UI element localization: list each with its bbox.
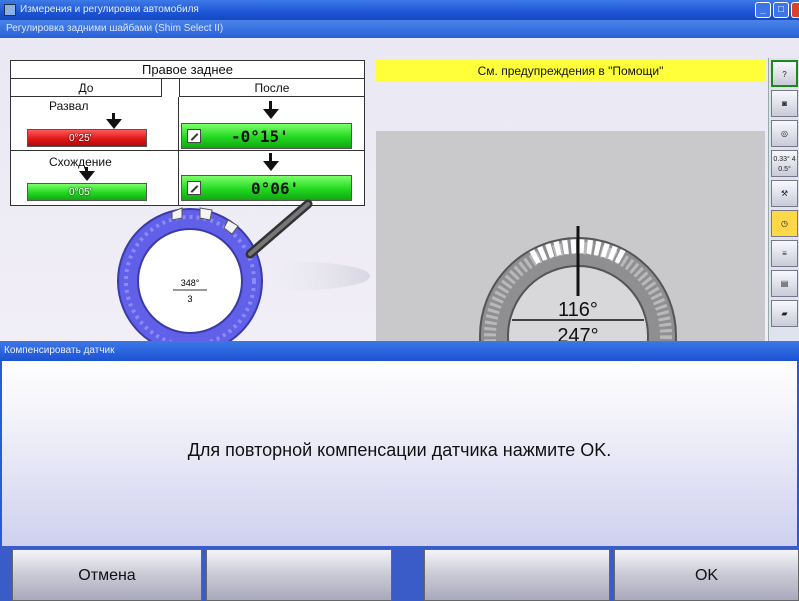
warning-banner[interactable]: См. предупреждения в "Помощи": [376, 60, 765, 82]
function-button-3[interactable]: [424, 549, 610, 601]
app-icon: [4, 4, 16, 16]
vehicle-icon[interactable]: ▰: [771, 300, 798, 327]
shim-dial-angle: 348°: [181, 278, 200, 288]
shim-dial[interactable]: 348° 3: [100, 196, 370, 342]
gauge-top-angle: 116°: [558, 299, 598, 321]
column-after: После: [179, 79, 364, 97]
timer-icon[interactable]: ◷: [771, 210, 798, 237]
camera-icon[interactable]: ◙: [771, 90, 798, 117]
wrench-icon[interactable]: ⚒: [771, 180, 798, 207]
column-divider: [162, 97, 179, 205]
ok-button[interactable]: OK: [614, 549, 799, 601]
window-title: Измерения и регулировки автомобиля: [20, 4, 199, 15]
shim-gauge: 116° 247°: [479, 226, 677, 344]
toe-before-pointer: [79, 171, 95, 181]
measurement-table: Правое заднее До После Развал 0°25' -0°1…: [10, 60, 365, 206]
close-button[interactable]: [791, 2, 799, 18]
table-header: Правое заднее: [11, 61, 364, 79]
specs-icon[interactable]: ≡: [771, 240, 798, 267]
camber-label: Развал: [49, 99, 89, 113]
camber-after-value: -0°15': [231, 127, 289, 146]
toe-before-value: 0°05': [69, 187, 92, 198]
maximize-button[interactable]: □: [773, 2, 789, 18]
function-button-2[interactable]: [206, 549, 392, 601]
row-divider: [11, 150, 364, 151]
dialog-message: Для повторной компенсации датчика нажмит…: [187, 440, 612, 460]
camber-adjust-icon[interactable]: [187, 129, 201, 143]
camber-before-value: 0°25': [69, 133, 92, 144]
minimize-button[interactable]: _: [755, 2, 771, 18]
values-icon[interactable]: 0.33° 4 0.5°: [771, 150, 798, 177]
wheel-icon[interactable]: ◎: [771, 120, 798, 147]
toe-label: Схождение: [49, 155, 112, 169]
camber-after-pointer: [263, 109, 279, 119]
column-before: До: [11, 79, 162, 97]
help-icon[interactable]: ?: [771, 60, 798, 87]
print-icon[interactable]: ▤: [771, 270, 798, 297]
right-toolbar: ? ◙ ◎ 0.33° 4 0.5° ⚒ ◷ ≡ ▤ ▰: [768, 58, 799, 341]
screen-subtitle: Регулировка задними шайбами (Shim Select…: [0, 20, 799, 38]
dialog-title: Компенсировать датчик: [0, 341, 799, 361]
toe-after-pointer: [263, 161, 279, 171]
shim-dial-index: 3: [187, 294, 192, 304]
cancel-button[interactable]: Отмена: [12, 549, 202, 601]
title-bar: Измерения и регулировки автомобиля _ □: [0, 0, 799, 20]
camber-before-pointer: [106, 119, 122, 129]
toe-adjust-icon[interactable]: [187, 181, 201, 195]
